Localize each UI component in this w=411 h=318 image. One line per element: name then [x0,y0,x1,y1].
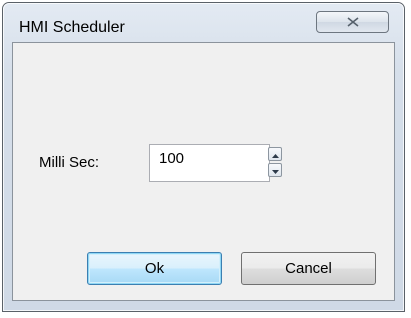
spin-up-button[interactable] [268,147,282,161]
cancel-button[interactable]: Cancel [241,252,376,285]
close-button[interactable] [316,11,389,33]
dialog-window: HMI Scheduler Milli Sec: O [2,2,405,312]
ok-button[interactable]: Ok [87,252,222,285]
milli-sec-input[interactable] [151,146,247,180]
arrow-down-icon [271,161,279,179]
window-title: HMI Scheduler [19,19,125,36]
milli-sec-label: Milli Sec: [39,154,100,171]
milli-sec-spinner[interactable] [149,144,282,182]
title-bar[interactable]: HMI Scheduler [3,3,404,39]
close-icon [347,17,359,27]
spin-down-button[interactable] [268,163,282,177]
